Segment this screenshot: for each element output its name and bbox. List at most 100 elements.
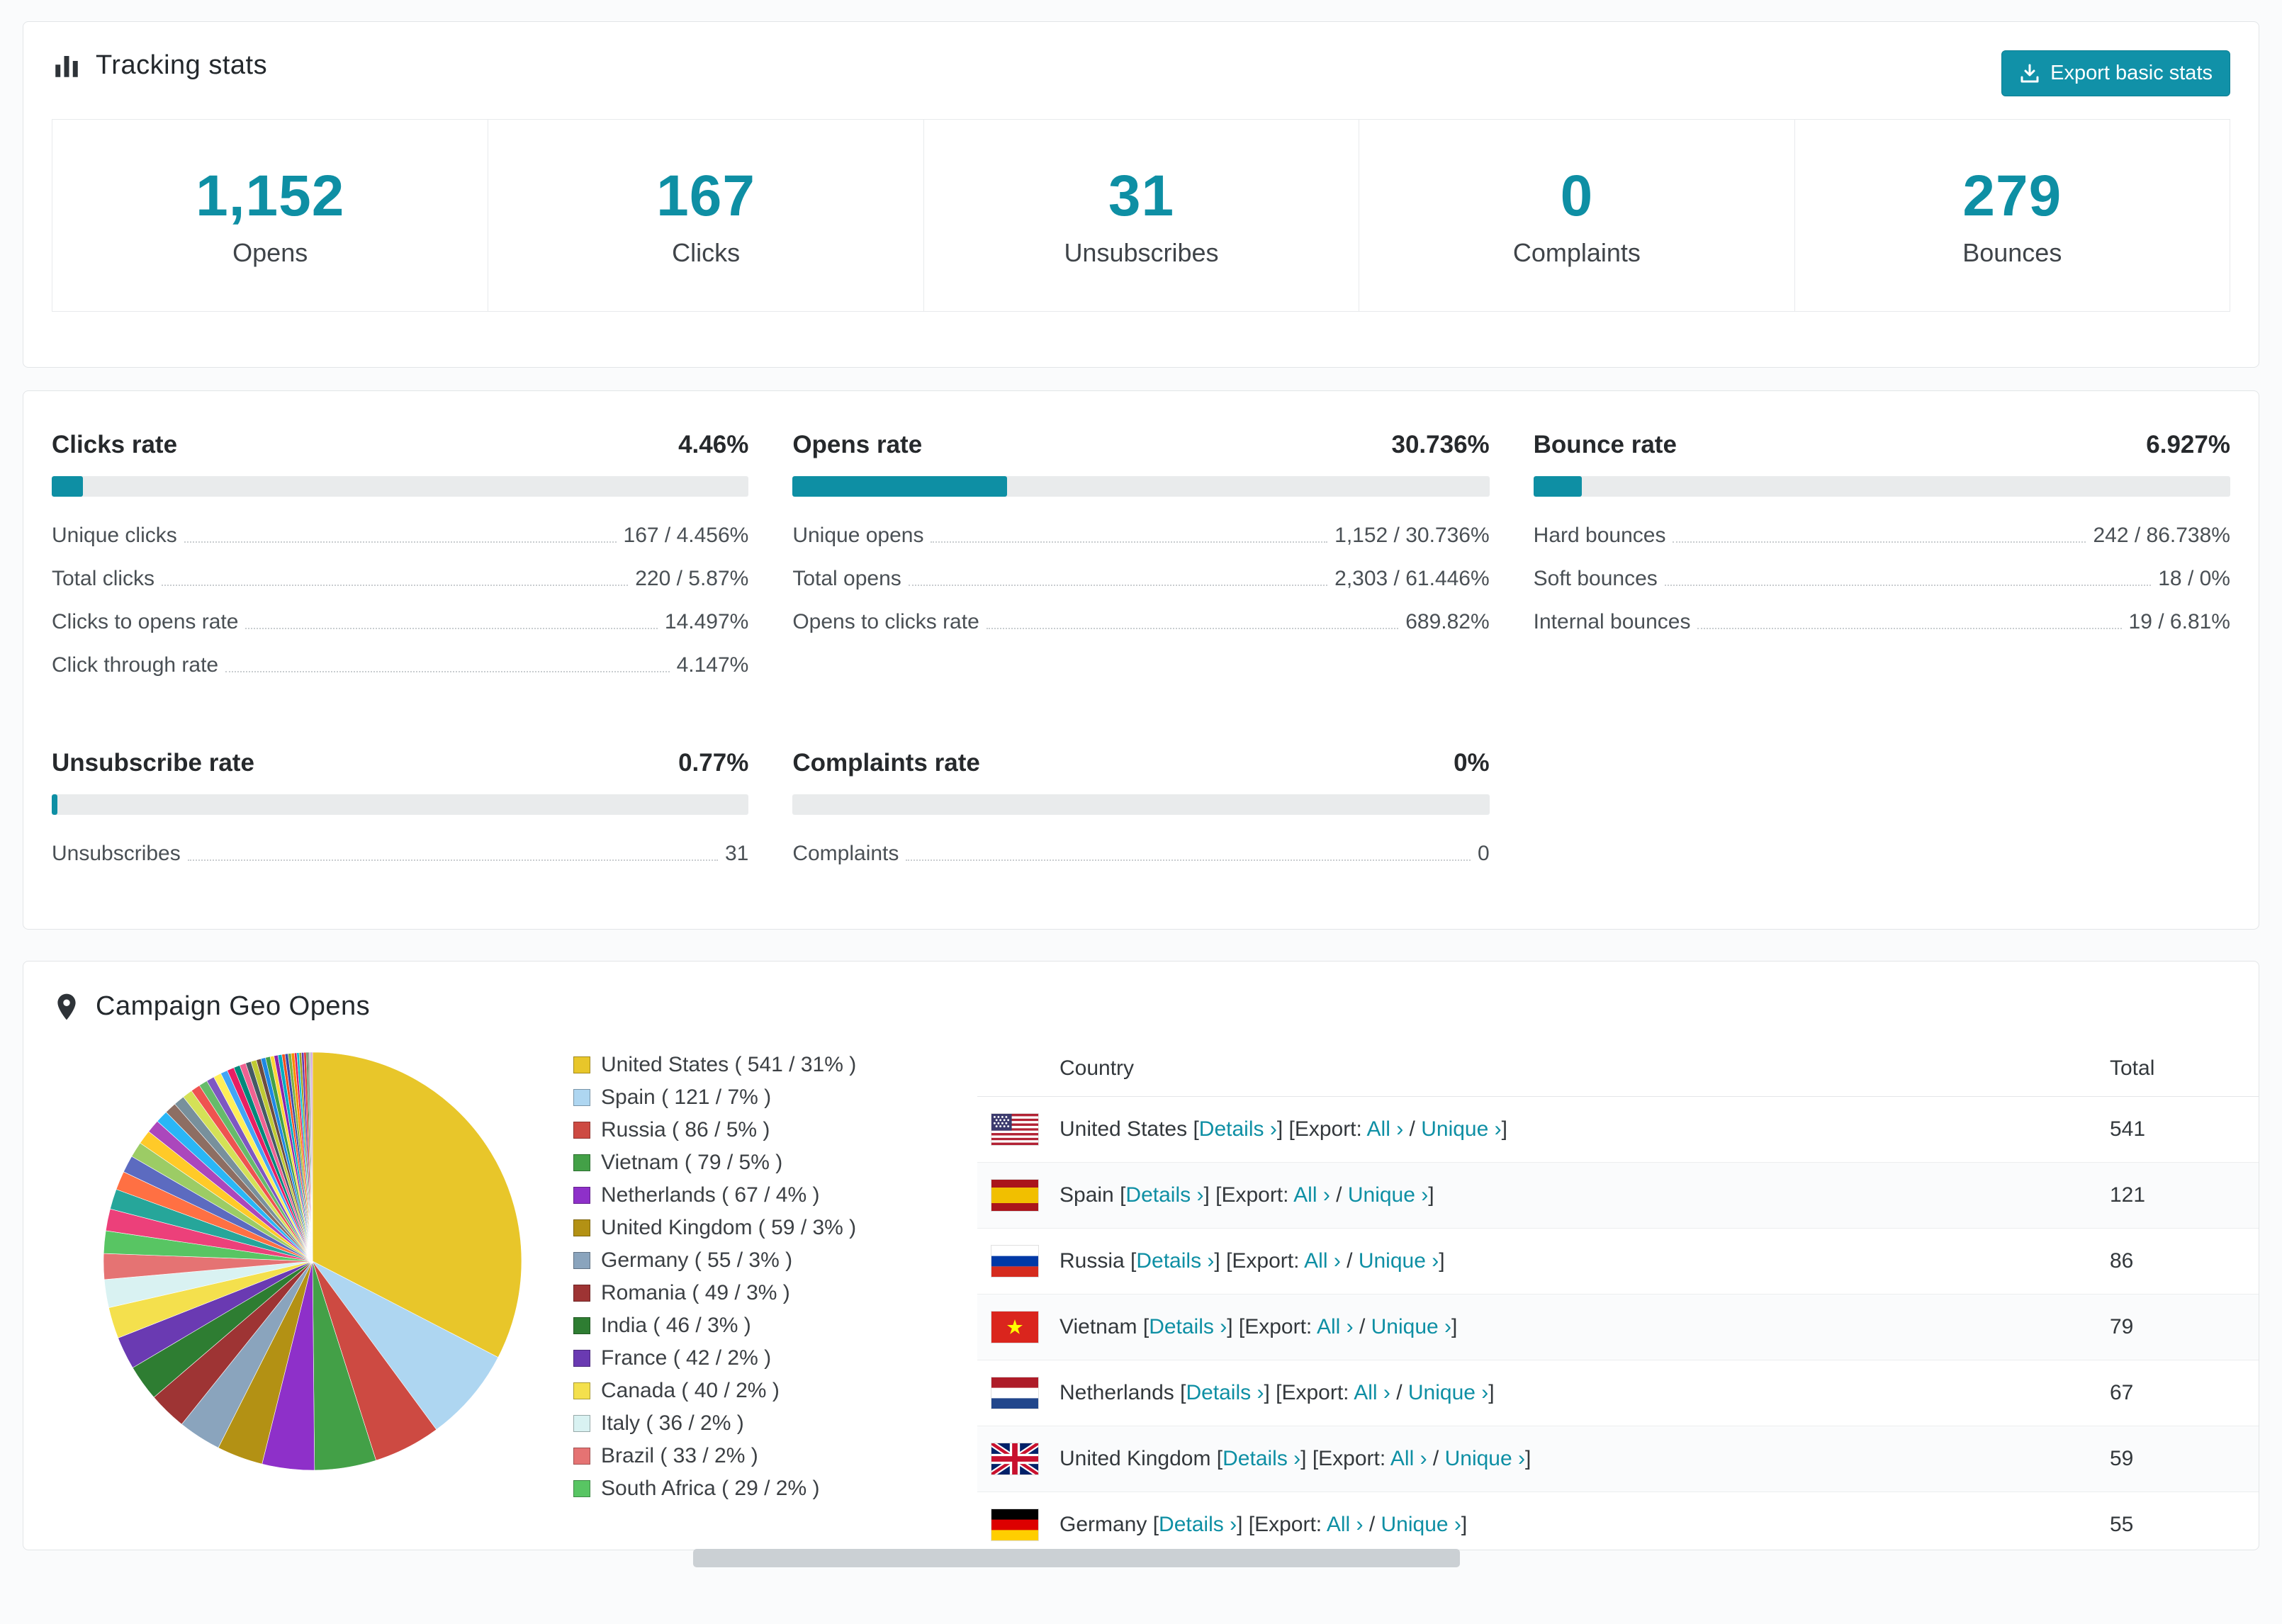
legend-swatch [573,1415,590,1432]
country-cell: Russia [Details ›] [Export: All › / Uniq… [1060,1249,1445,1273]
opens-rate-panel: Opens rate 30.736% Unique opens 1,152 / 3… [792,431,1490,697]
rate-metric-value: 31 [724,842,749,865]
export-unique-link[interactable]: Unique › [1408,1381,1488,1404]
legend-label: United States ( 541 / 31% ) [601,1053,857,1076]
rate-metric-row: Hard bounces 242 / 86.738% [1534,524,2230,548]
legend-label: United Kingdom ( 59 / 3% ) [601,1216,857,1239]
legend-item: United Kingdom ( 59 / 3% ) [573,1216,970,1240]
export-icon [2019,63,2040,84]
legend-swatch [573,1187,590,1204]
rate-metric-label: Click through rate [52,653,219,677]
legend-item: India ( 46 / 3% ) [573,1314,970,1338]
rate-value: 0% [1454,749,1490,777]
export-all-link[interactable]: All › [1317,1315,1354,1338]
country-name: Netherlands [1060,1381,1174,1404]
horizontal-scrollbar-thumb[interactable] [693,1549,1460,1567]
flag-icon-vn [991,1312,1038,1343]
rate-progress-fill [52,794,57,815]
rate-metric-value: 242 / 86.738% [2093,524,2230,547]
details-link[interactable]: Details › [1125,1183,1203,1207]
legend-item: Vietnam ( 79 / 5% ) [573,1151,970,1175]
export-unique-link[interactable]: Unique › [1359,1249,1439,1273]
export-all-link[interactable]: All › [1367,1117,1404,1141]
country-total: 541 [2110,1117,2146,1141]
dotted-leader [1697,628,2122,629]
details-link[interactable]: Details › [1136,1249,1214,1273]
rate-metric-row: Internal bounces 19 / 6.81% [1534,610,2230,634]
export-button-label: Export basic stats [2050,62,2213,84]
country-cell: Germany [Details ›] [Export: All › / Uni… [1060,1513,1468,1536]
rate-metric-value: 18 / 0% [2158,567,2230,590]
legend-label: India ( 46 / 3% ) [601,1314,751,1337]
flag-icon-nl [991,1377,1038,1409]
country-name: Germany [1060,1513,1147,1536]
details-link[interactable]: Details › [1222,1447,1300,1470]
country-cell: Netherlands [Details ›] [Export: All › /… [1060,1381,1495,1404]
bounces-count: 279 [1962,164,2062,228]
legend-label: Germany ( 55 / 3% ) [601,1248,793,1272]
export-unique-link[interactable]: Unique › [1371,1315,1451,1338]
rate-metric-row: Unique clicks 167 / 4.456% [52,524,748,548]
rate-metric-row: Soft bounces 18 / 0% [1534,567,2230,591]
details-link[interactable]: Details › [1186,1381,1264,1404]
unsubscribe-rate-panel: Unsubscribe rate 0.77% Unsubscribes 31 [52,749,749,885]
export-unique-link[interactable]: Unique › [1421,1117,1501,1141]
tracking-stats-card: Tracking stats Export basic stats 1,152 … [23,21,2259,368]
export-unique-link[interactable]: Unique › [1381,1513,1461,1536]
clicks-count: 167 [656,164,755,228]
rate-progress-bar [792,476,1490,497]
legend-label: Canada ( 40 / 2% ) [601,1379,780,1402]
geo-table-row: Netherlands [Details ›] [Export: All › /… [977,1360,2259,1426]
dotted-leader [225,671,670,672]
export-all-link[interactable]: All › [1293,1183,1330,1207]
country-column-header: Country [1060,1056,1135,1080]
rate-progress-bar [52,476,749,497]
export-unique-link[interactable]: Unique › [1348,1183,1428,1207]
flag-icon-de [991,1509,1038,1540]
rate-value: 30.736% [1391,431,1490,458]
rate-value: 6.927% [2146,431,2230,458]
tracking-stats-header: Tracking stats Export basic stats [52,50,2230,96]
export-all-link[interactable]: All › [1354,1381,1390,1404]
details-link[interactable]: Details › [1199,1117,1277,1141]
country-total: 59 [2110,1447,2134,1470]
dotted-leader [931,541,1328,543]
rate-metric-label: Unsubscribes [52,842,181,865]
legend-item: South Africa ( 29 / 2% ) [573,1477,970,1501]
rate-metric-value: 220 / 5.87% [635,567,749,590]
export-basic-stats-button[interactable]: Export basic stats [2001,50,2230,96]
country-total: 55 [2110,1513,2134,1536]
legend-swatch [573,1448,590,1465]
details-link[interactable]: Details › [1159,1513,1237,1536]
flag-icon-ru [991,1246,1038,1277]
rate-progress-fill [792,476,1007,497]
rate-metric-value: 167 / 4.456% [623,524,749,547]
rate-progress-fill [1533,476,1582,497]
legend-swatch [573,1219,590,1236]
rate-metric-row: Unsubscribes 31 [52,842,748,866]
clicks-rate-panel: Clicks rate 4.46% Unique clicks 167 / 4.4… [52,431,749,697]
campaign-geo-opens-card: Campaign Geo Opens United States ( 541 /… [23,961,2259,1550]
complaints-count: 0 [1560,164,1594,228]
flag-icon-us [991,1114,1038,1145]
export-unique-link[interactable]: Unique › [1445,1447,1525,1470]
rate-progress-bar [792,794,1490,815]
unsubscribes-label: Unsubscribes [1064,238,1219,267]
dotted-leader [1664,585,2152,586]
rate-metric-label: Opens to clicks rate [792,610,979,633]
details-link[interactable]: Details › [1149,1315,1227,1338]
flag-icon-es [991,1180,1038,1211]
export-all-link[interactable]: All › [1327,1513,1364,1536]
legend-label: France ( 42 / 2% ) [601,1346,772,1370]
rate-metric-row: Unique opens 1,152 / 30.736% [792,524,1489,548]
dotted-leader [245,628,658,629]
export-all-link[interactable]: All › [1304,1249,1341,1273]
bar-chart-icon [52,51,82,81]
legend-label: Italy ( 36 / 2% ) [601,1411,744,1435]
country-name: Russia [1060,1249,1125,1273]
legend-swatch [573,1154,590,1171]
pie-legend: United States ( 541 / 31% ) Spain ( 121 /… [573,1053,970,1550]
export-all-link[interactable]: All › [1390,1447,1427,1470]
stat-box-unsubscribes: 31 Unsubscribes [923,120,1359,311]
legend-item: Romania ( 49 / 3% ) [573,1281,970,1305]
